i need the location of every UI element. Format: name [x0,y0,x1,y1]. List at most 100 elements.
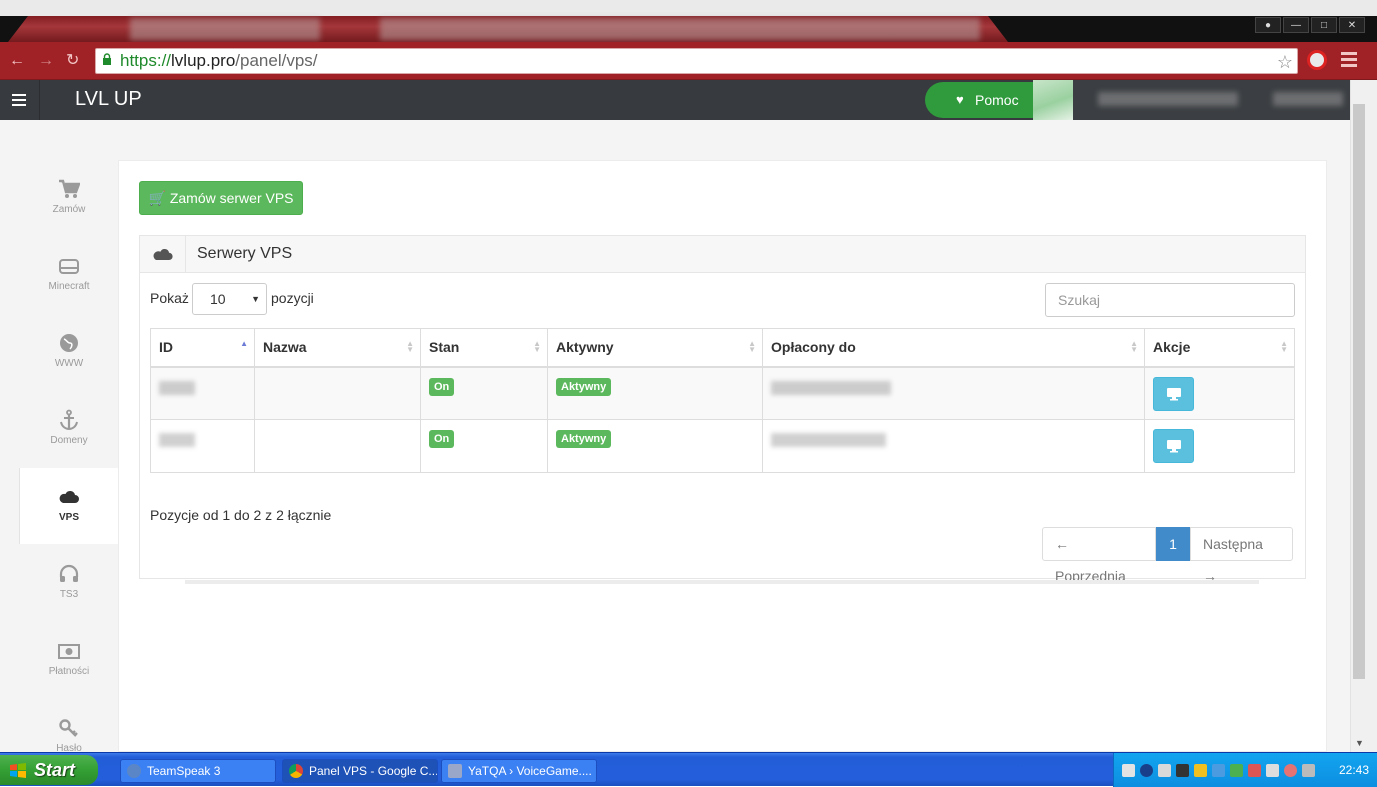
column-header-actions[interactable]: Akcje ▲ ▼ [1144,328,1295,368]
box-header-icon [140,236,186,273]
tray-app-icon[interactable] [1158,764,1171,777]
sort-icon: ▲ ▼ [1280,339,1288,354]
chrome-icon [289,764,303,778]
back-icon[interactable]: ← [9,52,25,70]
column-header-paid-until[interactable]: Opłacony do ▲ ▼ [762,328,1145,368]
shield-icon[interactable] [1194,764,1207,777]
close-button[interactable]: ✕ [1339,17,1365,33]
help-button[interactable]: ♥ Pomoc [925,82,1037,118]
page-length-suffix: pozycji [271,290,314,306]
cell-actions [1144,366,1295,420]
app-header: LVL UP ♥ Pomoc [0,80,1350,120]
bookmark-star-icon[interactable]: ☆ [1277,50,1293,74]
cloud-icon [153,249,173,260]
box-title: Serwery VPS [197,245,293,262]
address-bar[interactable]: https://lvlup.pro/panel/vps/ ☆ [95,48,1298,74]
maximize-button[interactable]: □ [1311,17,1337,33]
blurred-tab [380,18,980,40]
cart-icon [59,179,80,198]
page-length-label: Pokaż [150,290,189,306]
user-menu[interactable] [1073,80,1350,120]
box-bottom-shadow [185,580,1259,584]
search-input[interactable] [1045,283,1295,317]
sidebar-item-minecraft[interactable]: Minecraft [20,237,118,313]
state-badge: On [429,430,455,448]
sidebar-item-domains[interactable]: Domeny [20,391,118,467]
chevron-down-icon: ▼ [251,294,260,304]
sort-asc-icon: ▲ [240,339,248,348]
vps-table: ID ▲ Nazwa ▲ ▼ Stan ▲ ▼ Aktywny ▲ ▼ Opłacony do… [150,328,1295,473]
volume-icon[interactable] [1266,764,1279,777]
scrollbar-thumb[interactable] [1353,104,1365,679]
blurred-id [159,433,195,447]
start-label: Start [34,760,76,780]
heart-icon: ♥ [956,92,964,107]
table-header-row: ID ▲ Nazwa ▲ ▼ Stan ▲ ▼ Aktywny ▲ ▼ Opłacony do… [150,328,1295,368]
active-badge: Aktywny [556,377,612,396]
minimize-button[interactable]: — [1283,17,1309,33]
table-row: On Aktywny [150,419,1295,473]
pagination-page-1[interactable]: 1 [1156,527,1190,561]
tray-app-icon[interactable] [1212,764,1225,777]
taskbar-item-teamspeak[interactable]: TeamSpeak 3 [120,759,276,783]
network-icon[interactable] [1122,764,1135,777]
order-vps-label: Zamów serwer VPS [169,190,294,206]
avatar[interactable] [1033,80,1073,120]
sidebar-item-vps[interactable]: VPS [20,468,118,544]
console-button[interactable] [1153,376,1194,411]
column-header-state[interactable]: Stan ▲ ▼ [420,328,548,368]
tray-app-icon[interactable] [1140,764,1153,777]
order-vps-button[interactable]: 🛒 Zamów serwer VPS [139,181,303,215]
chrome-menu-icon[interactable] [1341,52,1357,68]
cell-paid-until [762,419,1145,473]
pagination-next[interactable]: Następna → [1190,527,1293,584]
column-header-name[interactable]: Nazwa ▲ ▼ [254,328,421,368]
blurred-date [771,433,886,447]
scroll-down-arrow-icon[interactable]: ▼ [1355,738,1364,748]
url-scheme: https:// [120,51,172,70]
start-button[interactable]: Start [0,755,98,785]
table-row: On Aktywny [150,366,1295,420]
tray-app-icon[interactable] [1176,764,1189,777]
help-label: Pomoc [975,92,1019,108]
taskbar-item-yatqa[interactable]: YaTQA › VoiceGame.... [441,759,597,783]
sidebar-item-label: Płatności [48,666,90,677]
sidebar-item-label: WWW [54,358,84,369]
extension-icon[interactable] [1307,50,1327,70]
cell-active: Aktywny [547,366,763,420]
money-icon [58,644,80,659]
console-button[interactable] [1153,429,1194,463]
sidebar-item-payments[interactable]: Płatności [20,622,118,698]
yatqa-icon [448,764,462,778]
hamburger-menu-icon[interactable] [0,80,40,120]
brand-logo[interactable]: LVL UP [75,88,142,111]
window-controls: ● — □ ✕ [1255,17,1365,33]
column-header-id[interactable]: ID ▲ [150,328,255,368]
tray-app-icon[interactable] [1302,764,1315,777]
sidebar-item-ts3[interactable]: TS3 [20,545,118,621]
user-icon[interactable]: ● [1255,17,1281,33]
tray-app-icon[interactable] [1248,764,1261,777]
reload-icon[interactable]: ↻ [66,52,79,70]
tray-app-icon[interactable] [1284,764,1297,777]
headphones-icon [59,564,79,582]
taskbar-item-chrome[interactable]: Panel VPS - Google C... [282,759,438,783]
anchor-icon [60,409,78,431]
pagination-previous[interactable]: ← Poprzednia [1042,527,1156,584]
column-header-active[interactable]: Aktywny ▲ ▼ [547,328,763,368]
sidebar-item-label: Zamów [52,204,86,215]
cell-state: On [420,419,548,473]
sidebar-item-order[interactable]: Zamów [20,160,118,236]
cart-icon: 🛒 [148,190,166,206]
cell-actions [1144,419,1295,473]
page-scrollbar[interactable]: ▼ [1350,80,1377,752]
page-length-value: 10 [210,291,226,307]
monitor-icon [1167,440,1181,453]
tray-app-icon[interactable] [1230,764,1243,777]
cell-active: Aktywny [547,419,763,473]
page-length-select[interactable]: 10 ▼ [192,283,267,315]
box-header: Serwery VPS [140,236,1305,273]
sidebar-item-www[interactable]: WWW [20,314,118,390]
forward-icon[interactable]: → [38,52,54,70]
clock: 22:43 [1338,763,1369,777]
